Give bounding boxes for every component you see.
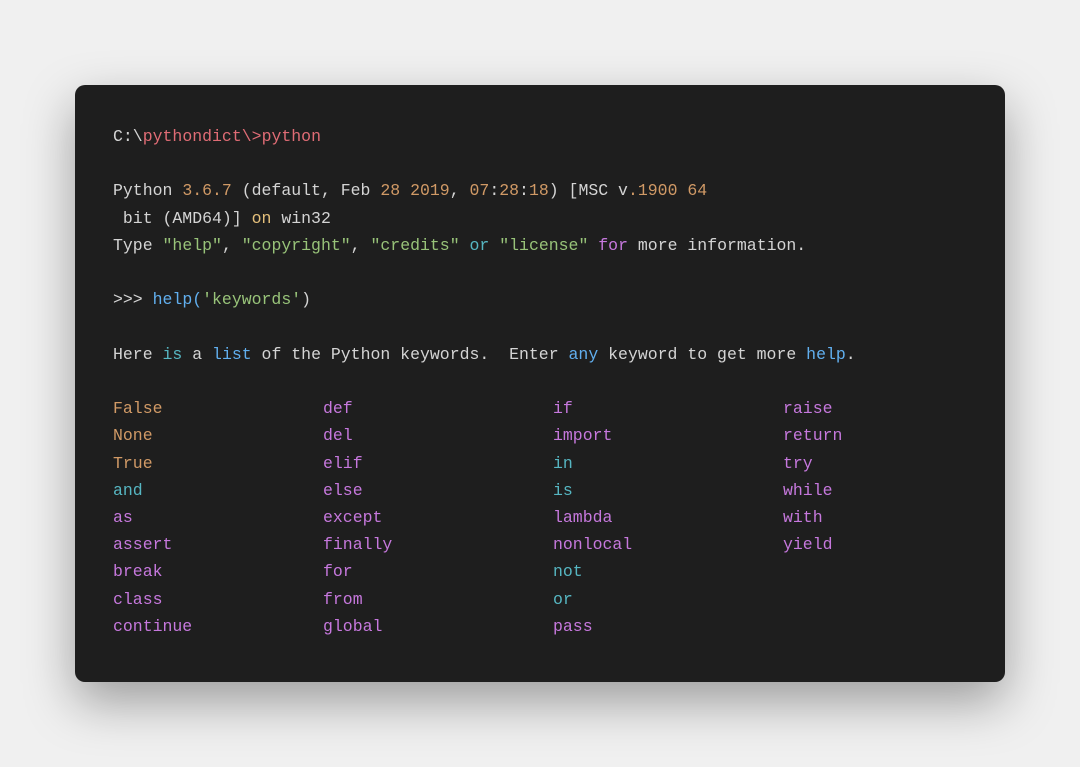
keyword-yield: yield — [783, 531, 842, 558]
keyword-from: from — [323, 586, 553, 613]
python-banner-line3: Type "help", "copyright", "credits" or "… — [113, 232, 967, 259]
keyword-else: else — [323, 477, 553, 504]
keyword-def: def — [323, 395, 553, 422]
repl-close: ) — [301, 290, 311, 309]
keywords-column: raisereturntrywhilewithyield — [783, 395, 842, 640]
blank-line — [113, 259, 967, 286]
repl-input-line[interactable]: >>> help('keywords') — [113, 286, 967, 313]
keyword-break: break — [113, 558, 323, 585]
keyword-assert: assert — [113, 531, 323, 558]
keyword-pass: pass — [553, 613, 783, 640]
repl-call: help( — [153, 290, 203, 309]
prompt-dir: pythondict — [143, 127, 242, 146]
keywords-table: FalseNoneTrueandasassertbreakclasscontin… — [113, 395, 967, 640]
keyword-return: return — [783, 422, 842, 449]
keywords-column: ifimportinislambdanonlocalnotorpass — [553, 395, 783, 640]
shell-prompt-line: C:\pythondict\>python — [113, 123, 967, 150]
keyword-not: not — [553, 558, 783, 585]
keyword-global: global — [323, 613, 553, 640]
blank-line — [113, 368, 967, 395]
keyword-while: while — [783, 477, 842, 504]
keyword-class: class — [113, 586, 323, 613]
blank-line — [113, 313, 967, 340]
keyword-as: as — [113, 504, 323, 531]
keyword-elif: elif — [323, 450, 553, 477]
keyword-raise: raise — [783, 395, 842, 422]
keyword-or: or — [553, 586, 783, 613]
keyword-and: and — [113, 477, 323, 504]
keyword-true: True — [113, 450, 323, 477]
keyword-continue: continue — [113, 613, 323, 640]
keywords-column: FalseNoneTrueandasassertbreakclasscontin… — [113, 395, 323, 640]
keyword-none: None — [113, 422, 323, 449]
keyword-try: try — [783, 450, 842, 477]
keyword-lambda: lambda — [553, 504, 783, 531]
keywords-column: defdelelifelseexceptfinallyforfromglobal — [323, 395, 553, 640]
keyword-finally: finally — [323, 531, 553, 558]
repl-arg: 'keywords' — [202, 290, 301, 309]
keyword-except: except — [323, 504, 553, 531]
prompt-separator: \> — [242, 127, 262, 146]
keyword-false: False — [113, 395, 323, 422]
keyword-with: with — [783, 504, 842, 531]
keyword-import: import — [553, 422, 783, 449]
keyword-if: if — [553, 395, 783, 422]
python-banner-line1: Python 3.6.7 (default, Feb 28 2019, 07:2… — [113, 177, 967, 204]
keyword-del: del — [323, 422, 553, 449]
python-banner-line2: bit (AMD64)] on win32 — [113, 205, 967, 232]
terminal-window: C:\pythondict\>python Python 3.6.7 (defa… — [75, 85, 1005, 682]
keyword-in: in — [553, 450, 783, 477]
prompt-command: python — [262, 127, 321, 146]
blank-line — [113, 150, 967, 177]
repl-prompt: >>> — [113, 290, 153, 309]
keyword-nonlocal: nonlocal — [553, 531, 783, 558]
keyword-for: for — [323, 558, 553, 585]
prompt-path-prefix: C:\ — [113, 127, 143, 146]
keyword-is: is — [553, 477, 783, 504]
keywords-hint: Here is a list of the Python keywords. E… — [113, 341, 967, 368]
